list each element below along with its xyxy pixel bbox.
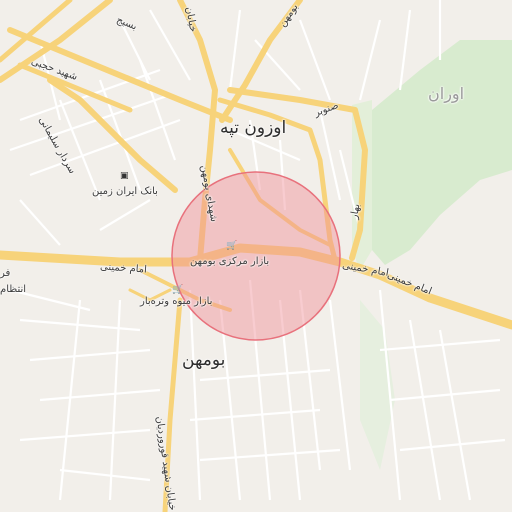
bank-icon[interactable]: ▣ (120, 172, 129, 181)
map-view[interactable]: اوزون تپه اوران بومهن بسیج شهید حجبی سرد… (0, 0, 512, 512)
park-area (372, 40, 512, 265)
shopping-cart-icon[interactable]: 🛒 (172, 286, 183, 295)
shopping-cart-icon[interactable]: 🛒 (226, 242, 237, 251)
left-edge-label-1: فر (0, 268, 11, 279)
poi-central-bazaar-label[interactable]: بازار مرکزی بومهن (190, 256, 269, 267)
poi-bank-label[interactable]: بانک ایران زمین (92, 186, 158, 197)
area-ouran-label: اوران (428, 84, 465, 103)
left-edge-label-2: انتظام (0, 284, 27, 295)
poi-fruit-bazaar-label[interactable]: بازار میوه وتره‌بار (140, 296, 212, 307)
neighborhood-oranteppe-label: اوزون تپه (220, 118, 287, 138)
city-boomehen-label: بومهن (182, 350, 226, 370)
